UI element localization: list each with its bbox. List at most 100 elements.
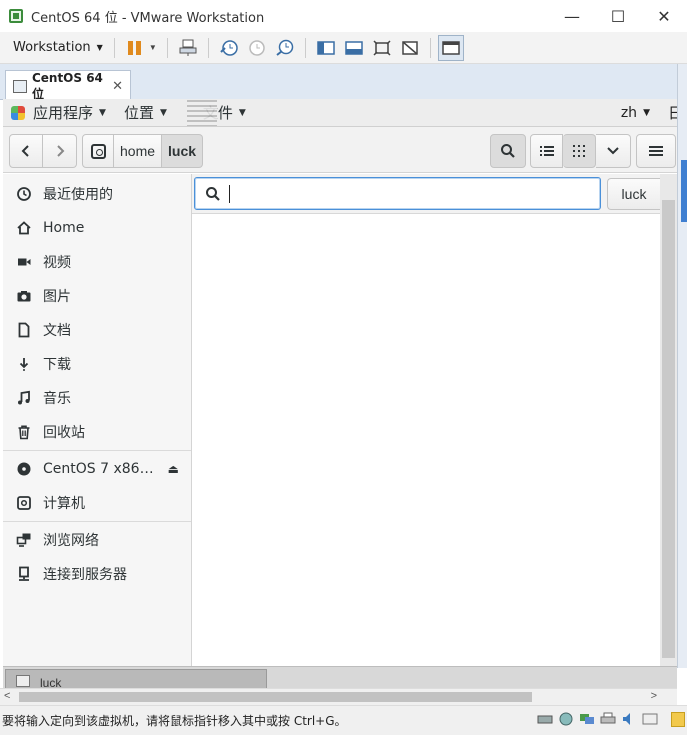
vm-tab-centos[interactable]: CentOS 64 位 ✕ [5,70,131,101]
toolbar-divider [207,37,209,58]
workstation-menu[interactable]: Workstation ▼ [8,38,108,57]
vm-tab-label: CentOS 64 位 [31,70,103,101]
network-browse-icon [15,531,33,549]
workstation-menu-label: Workstation [13,40,91,55]
chevron-left-icon [21,145,29,157]
disc-icon [15,460,33,478]
printer-icon[interactable] [599,711,617,727]
drive-icon [90,143,106,159]
chevron-down-icon: ▼ [96,43,103,52]
scroll-right-icon[interactable]: > [651,690,657,702]
navigation-buttons [9,134,77,168]
display-icon[interactable] [578,711,596,727]
snapshot-take-icon[interactable] [216,35,242,61]
view-options-button[interactable] [596,134,631,168]
grid-icon [573,145,585,157]
eject-icon[interactable]: ⏏ [168,462,179,476]
sidebar-item-label: CentOS 7 x86… [43,461,154,477]
sidebar-item-computer[interactable]: 计算机 [3,486,191,520]
sidebar-item-centos-disc[interactable]: CentOS 7 x86… ⏏ [3,452,191,486]
sidebar-item-trash[interactable]: 回收站 [3,415,191,449]
files-app-icon [186,99,217,126]
files-app-menu[interactable]: 文件 ▼ [173,99,252,126]
vmware-app-icon [9,9,23,23]
search-bar: luck [192,174,660,214]
scrollbar-thumb[interactable] [662,200,675,658]
snapshot-revert-icon[interactable] [244,35,270,61]
sidebar-item-downloads[interactable]: 下载 [3,347,191,381]
hamburger-menu-button[interactable] [636,134,676,168]
applications-menu[interactable]: 应用程序 ▼ [3,102,112,123]
horizontal-scrollbar[interactable]: < > [0,688,677,705]
sidebar-item-browse-network[interactable]: 浏览网络 [3,523,191,557]
sidebar-item-label: 音乐 [43,391,71,407]
list-view-button[interactable] [530,134,563,168]
taskbar-window-label: luck [40,676,62,688]
sidebar-item-connect-server[interactable]: 连接到服务器 [3,557,191,591]
status-message: 要将输入定向到该虚拟机，请将鼠标指针移入其中或按 Ctrl+G。 [2,714,347,728]
send-ctrl-alt-del-icon[interactable] [175,35,201,61]
chevron-down-icon [607,147,619,155]
forward-button[interactable] [43,134,77,168]
background-window-edge [681,160,687,222]
sound-icon[interactable] [620,711,638,727]
scrollbar-thumb[interactable] [19,692,532,702]
breadcrumb: home luck [82,134,204,168]
language-label: zh [620,104,638,121]
vertical-scrollbar[interactable] [660,174,677,666]
pause-icon[interactable] [122,35,148,61]
sidebar-item-home[interactable]: Home [3,211,191,245]
search-icon [501,144,515,158]
thumbnail-bar-icon[interactable] [341,35,367,61]
back-button[interactable] [9,134,43,168]
power-menu-chevron-icon[interactable]: ▼ [149,43,157,52]
taskbar-window-luck[interactable]: luck [5,669,267,688]
sidebar-item-label: 浏览网络 [43,533,99,549]
hdd-icon[interactable] [536,711,554,727]
computer-icon [15,494,33,512]
places-menu[interactable]: 位置 ▼ [118,102,173,123]
search-location-button[interactable]: luck [607,178,660,210]
recent-icon [15,185,33,203]
search-entry[interactable] [194,177,601,210]
breadcrumb-luck[interactable]: luck [162,134,204,168]
search-input[interactable] [230,185,560,202]
sidebar-item-documents[interactable]: 文档 [3,313,191,347]
chevron-right-icon [56,145,64,157]
sidebar-item-recent[interactable]: 最近使用的 [3,177,191,211]
input-language-menu[interactable]: zh ▼ [621,105,650,121]
sidebar-item-videos[interactable]: 视频 [3,245,191,279]
maximize-button[interactable]: ☐ [595,0,641,32]
sidebar-item-label: 最近使用的 [43,187,113,203]
scroll-left-icon[interactable]: < [4,690,10,702]
vmware-status-bar: 要将输入定向到该虚拟机，请将鼠标指针移入其中或按 Ctrl+G。 [0,705,687,735]
file-view[interactable]: luck [192,174,660,666]
document-icon [15,321,33,339]
minimize-button[interactable]: — [549,0,595,32]
usb-icon[interactable] [641,711,659,727]
places-label: 位置 [123,104,154,122]
view-buttons [530,134,631,168]
vmware-titlebar: CentOS 64 位 - VMware Workstation — ☐ ✕ [0,0,687,32]
sidebar-item-music[interactable]: 音乐 [3,381,191,415]
console-view-icon[interactable] [437,34,464,61]
breadcrumb-home[interactable]: home [114,134,163,168]
gnome-window-list: luck [3,666,677,688]
close-tab-icon[interactable]: ✕ [112,79,123,94]
search-toggle-button[interactable] [490,134,526,168]
hamburger-icon [649,146,663,156]
show-library-icon[interactable] [313,35,339,61]
home-icon [15,219,33,237]
camera-icon [15,287,33,305]
snapshot-manager-icon[interactable] [272,35,298,61]
unity-icon[interactable] [397,35,423,61]
music-icon [15,389,33,407]
close-button[interactable]: ✕ [641,0,687,32]
network-icon[interactable] [557,711,575,727]
full-screen-icon[interactable] [369,35,395,61]
breadcrumb-root-button[interactable] [82,134,114,168]
sidebar-item-pictures[interactable]: 图片 [3,279,191,313]
notes-icon[interactable] [671,712,685,727]
grid-view-button[interactable] [563,134,596,168]
file-manager-headerbar: home luck [3,127,687,173]
